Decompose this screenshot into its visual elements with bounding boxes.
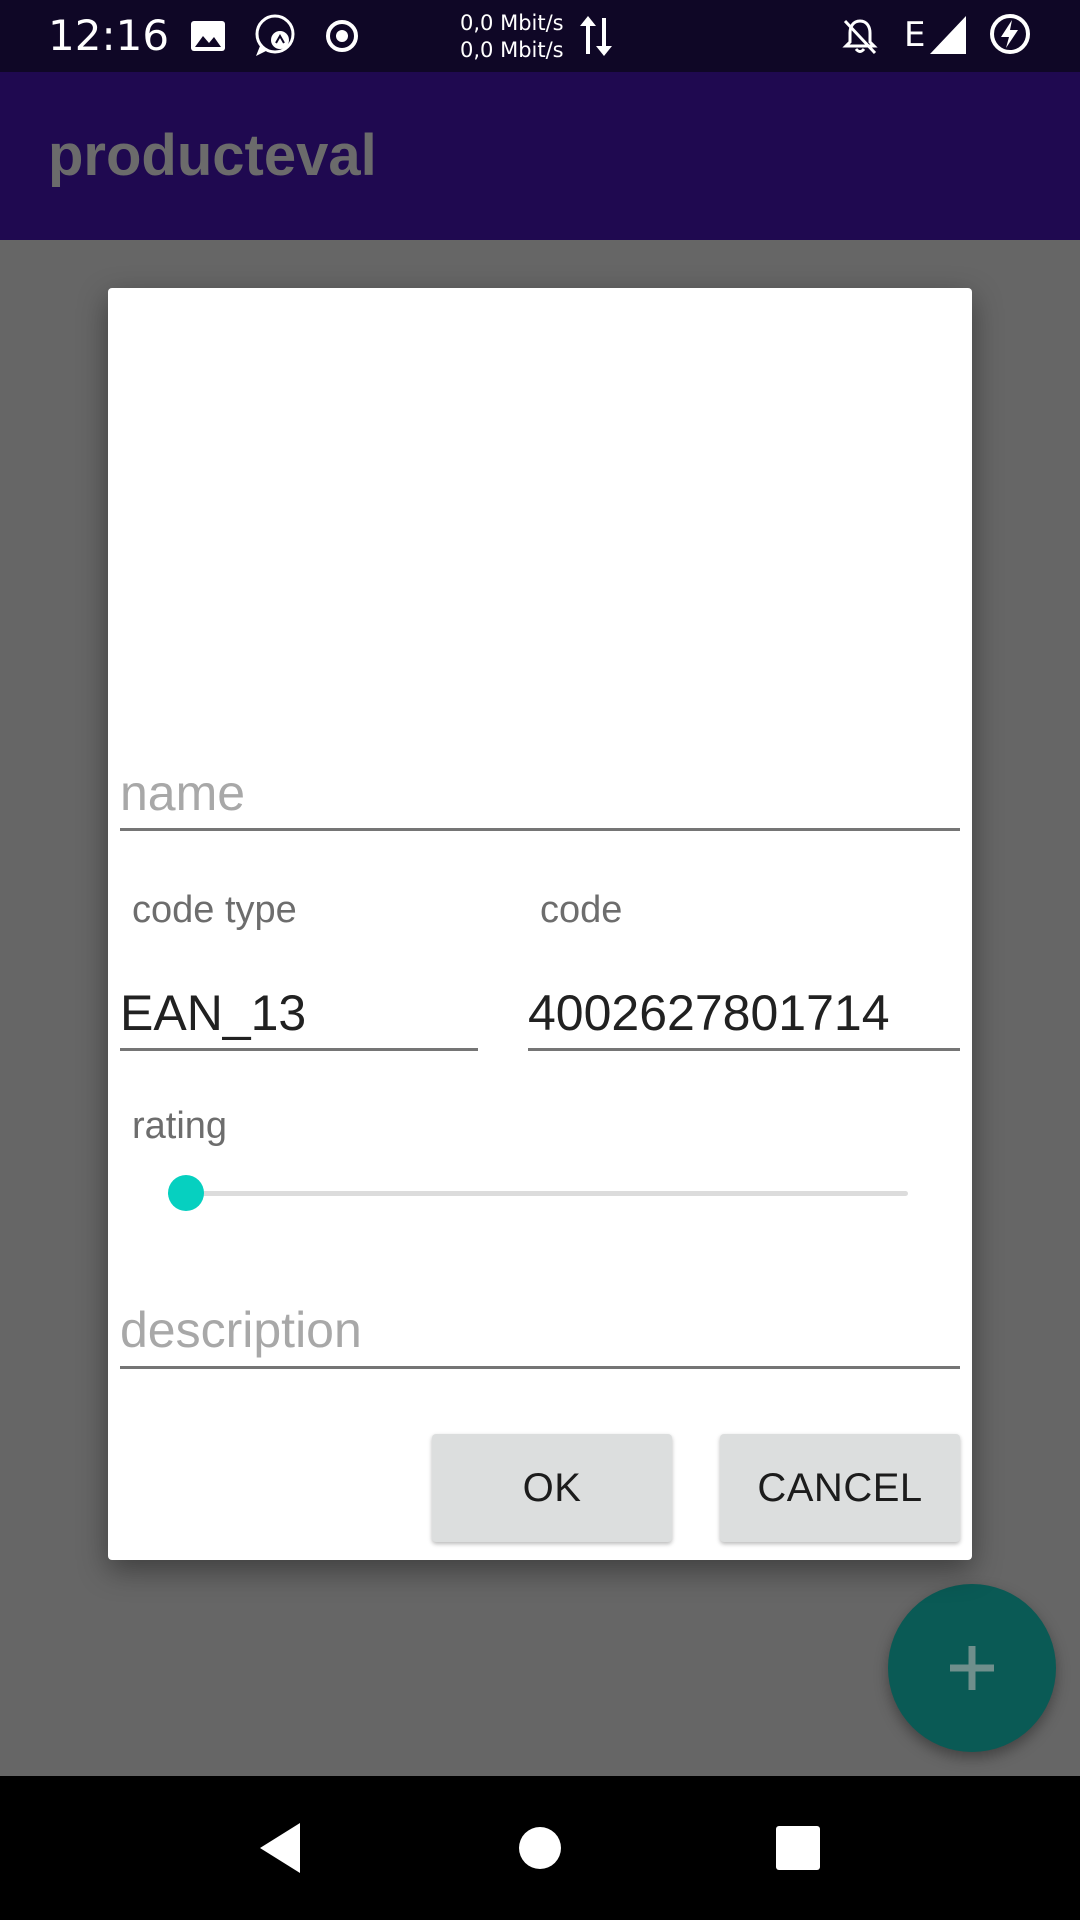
- plus-icon: [950, 1646, 994, 1690]
- rating-slider[interactable]: [168, 1168, 908, 1218]
- product-image-area: [108, 288, 972, 728]
- status-time: 12:16: [48, 11, 170, 60]
- signal-icon: [930, 16, 966, 54]
- chat-bubble-icon: [255, 14, 295, 56]
- name-field[interactable]: [120, 758, 960, 831]
- screen: 12:16 0,0 Mbit/s 0,0 Mbit/s E producteva…: [0, 0, 1080, 1920]
- notifications-off-icon: [842, 19, 878, 55]
- network-type: E: [904, 15, 926, 55]
- record-icon: [326, 20, 358, 52]
- ok-button[interactable]: OK: [432, 1434, 672, 1542]
- data-arrows-icon: [580, 16, 612, 56]
- home-icon[interactable]: [490, 1798, 590, 1898]
- image-icon: [191, 21, 225, 51]
- network-speed-down: 0,0 Mbit/s: [460, 38, 564, 62]
- rating-slider-track[interactable]: [168, 1191, 908, 1196]
- product-dialog: code type code rating OK CANCEL: [108, 288, 972, 1560]
- add-fab-button[interactable]: [888, 1584, 1056, 1752]
- rating-slider-thumb[interactable]: [168, 1175, 204, 1211]
- rating-label: rating: [132, 1105, 228, 1147]
- code-label: code: [540, 889, 623, 931]
- navigation-bar: [0, 1776, 1080, 1920]
- network-speed: 0,0 Mbit/s 0,0 Mbit/s: [460, 10, 564, 64]
- back-icon[interactable]: [230, 1798, 330, 1898]
- status-bar: 12:16 0,0 Mbit/s 0,0 Mbit/s E: [0, 0, 1080, 72]
- app-bar: producteval: [0, 72, 1080, 240]
- battery-charging-icon: [990, 14, 1030, 54]
- network-speed-up: 0,0 Mbit/s: [460, 11, 564, 35]
- code-field[interactable]: [528, 978, 960, 1051]
- description-field[interactable]: [120, 1294, 960, 1369]
- recents-icon[interactable]: [748, 1798, 848, 1898]
- cancel-button[interactable]: CANCEL: [720, 1434, 960, 1542]
- code-type-field[interactable]: [120, 978, 478, 1051]
- code-type-label: code type: [132, 889, 297, 931]
- app-title: producteval: [48, 123, 377, 188]
